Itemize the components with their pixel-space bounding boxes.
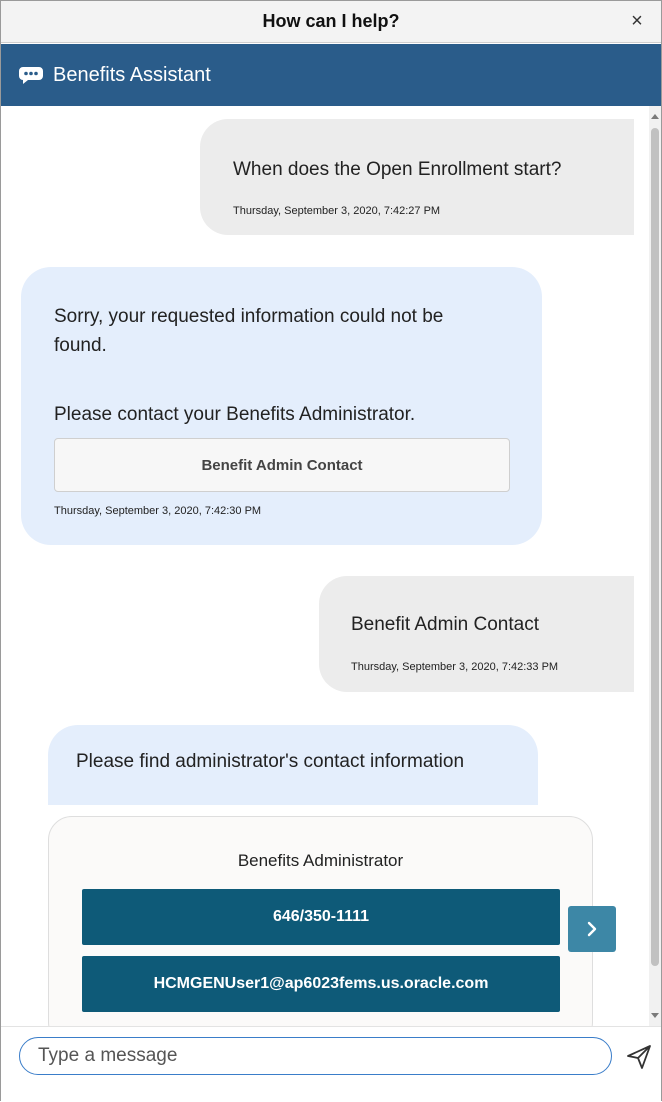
message-text: Please find administrator's contact info… (76, 751, 465, 772)
message-timestamp: Thursday, September 3, 2020, 7:42:27 PM (233, 205, 441, 217)
message-timestamp: Thursday, September 3, 2020, 7:42:33 PM (351, 661, 559, 673)
email-button[interactable]: HCMGENUser1@ap6023fems.us.oracle.com (82, 956, 560, 1012)
send-icon[interactable] (625, 1043, 653, 1071)
benefit-admin-contact-button[interactable]: Benefit Admin Contact (54, 438, 510, 492)
user-message: When does the Open Enrollment start? Thu… (200, 119, 634, 235)
message-timestamp: Thursday, September 3, 2020, 7:42:30 PM (54, 505, 262, 517)
scroll-up-icon[interactable] (651, 114, 659, 119)
scroll-down-icon[interactable] (651, 1013, 659, 1018)
conversation-scrollbar[interactable] (649, 106, 661, 1026)
chat-window: How can I help? × Benefits Assistant Whe… (0, 0, 662, 1102)
user-message: Benefit Admin Contact Thursday, Septembe… (319, 576, 634, 692)
message-text: When does the Open Enrollment start? (233, 159, 562, 180)
chat-bubble-icon (19, 66, 43, 84)
assistant-header: Benefits Assistant (1, 44, 661, 106)
close-icon[interactable]: × (625, 9, 649, 33)
bot-message: Sorry, your requested information could … (21, 267, 542, 545)
message-text: Sorry, your requested information could … (54, 302, 514, 360)
card-title: Benefits Administrator (237, 851, 404, 870)
window-title: How can I help? (262, 11, 400, 31)
title-bar: How can I help? × (1, 1, 661, 43)
contact-card: Benefits Administrator 646/350-1111 HCMG… (48, 816, 593, 1026)
bot-message: Please find administrator's contact info… (48, 725, 538, 805)
assistant-name: Benefits Assistant (53, 63, 211, 86)
message-text: Please contact your Benefits Administrat… (54, 404, 416, 425)
message-line: found. (54, 335, 107, 356)
message-text: Benefit Admin Contact (351, 614, 539, 635)
chevron-right-icon (587, 921, 597, 937)
message-composer (1, 1026, 661, 1102)
conversation-panel[interactable]: When does the Open Enrollment start? Thu… (1, 106, 651, 1026)
carousel-next-button[interactable] (568, 906, 616, 952)
message-line: Sorry, your requested information could … (54, 306, 444, 327)
scrollbar-thumb[interactable] (651, 128, 659, 966)
phone-button[interactable]: 646/350-1111 (82, 889, 560, 945)
message-input[interactable] (19, 1037, 612, 1075)
